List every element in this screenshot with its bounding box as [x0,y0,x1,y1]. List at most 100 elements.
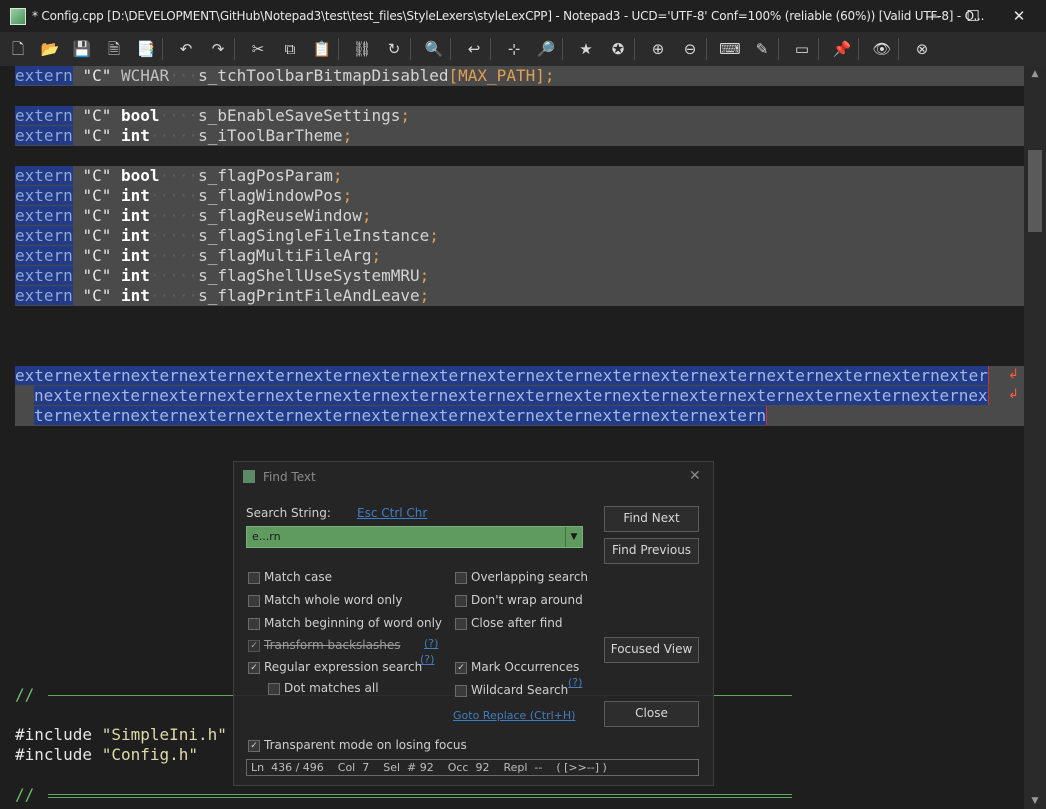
comment-line: // [15,785,35,804]
toolbar-separator [818,38,819,60]
option-checkbox[interactable]: ✓ [248,640,260,652]
wrapped-line-1: externexternexternexternexternexternexte… [15,366,989,385]
chevron-down-icon[interactable]: ▼ [565,527,582,547]
type-name: int [120,246,150,265]
vertical-scrollbar[interactable]: ▲ ▼ [1024,66,1046,809]
scroll-up-icon[interactable]: ▲ [1024,66,1046,82]
identifier: s_flagPrintFileAndLeave [198,286,420,305]
dialog-app-icon [243,470,255,483]
keyword-extern: extern [15,106,73,125]
copy-icon[interactable]: ⧉ [278,37,302,61]
option-checkbox[interactable] [455,572,467,584]
save-as-icon[interactable]: 🗎 [102,37,126,61]
focused-view-button[interactable]: Focused View [604,637,699,663]
esc-ctrl-chr-link[interactable]: Esc Ctrl Chr [357,506,427,520]
replace-icon[interactable]: ↻ [382,37,406,61]
whitespace-dots: ····· [149,126,199,145]
bookmark-star-icon[interactable]: ★ [574,37,598,61]
punctuation: [MAX_PATH]; [448,66,555,85]
option-checkbox[interactable] [248,572,260,584]
maximize-button[interactable]: ☐ [950,0,996,32]
whitespace-dots: ···· [159,166,199,185]
code-line: extern "C" bool····s_flagPosParam; [15,166,1024,186]
option-checkbox[interactable] [248,618,260,630]
option-label: Match case [264,570,333,584]
zoom-in-icon[interactable]: ⊕ [646,37,670,61]
toolbar-separator [634,38,635,60]
toolbar-separator [162,38,163,60]
linkage-string: "C" [82,286,112,305]
identifier: s_iToolBarTheme [198,126,343,145]
toolbar-separator [234,38,235,60]
find-icon[interactable]: ⛓ [350,37,374,61]
toolbar-separator [562,38,563,60]
option-label: Wildcard Search [471,683,569,697]
keyword-extern: extern [15,66,73,85]
dialog-close-icon[interactable]: ✕ [689,468,701,484]
scrollbar-thumb[interactable] [1028,150,1042,232]
option-checkbox[interactable] [455,595,467,607]
punctuation: ; [400,106,410,125]
punctuation: ; [429,226,439,245]
whitespace-dots: ····· [149,226,199,245]
transform-help-link[interactable]: (?) [424,637,438,650]
save-icon[interactable]: 💾 [70,37,94,61]
search-string-label: Search String: [246,506,331,520]
goto-replace-link[interactable]: Goto Replace (Ctrl+H) [453,709,575,722]
type-name: bool [120,106,160,125]
dialog-title-bar: Find Text ✕ [234,462,713,492]
type-name: WCHAR [120,66,170,85]
word-wrap-icon[interactable]: ↩ [462,37,486,61]
scroll-down-icon[interactable]: ▼ [1024,793,1046,809]
code-line: extern "C" int·····s_flagPrintFileAndLea… [15,286,1024,306]
find-status-text: Ln 436 / 496 Col 7 Sel # 92 Occ 92 Repl … [251,761,607,774]
find-in-files-icon[interactable]: 🔍 [422,37,446,61]
option-checkbox[interactable]: ✓ [248,662,260,674]
option-checkbox[interactable]: ✓ [455,662,467,674]
option-checkbox[interactable] [268,683,280,695]
comment-rule [48,794,792,795]
zoom-out-icon[interactable]: ⊖ [678,37,702,61]
punctuation: ; [342,126,353,145]
find-next-button[interactable]: Find Next [604,506,699,532]
search-string-value[interactable]: e...rn [252,530,281,543]
toolbar-separator [410,38,411,60]
magnifier-icon[interactable]: 🔎 [534,37,558,61]
toolbar-separator [450,38,451,60]
transparent-mode-label: Transparent mode on losing focus [264,738,467,752]
new-file-icon[interactable]: 🗋 [6,37,30,61]
find-previous-button[interactable]: Find Previous [604,538,699,564]
close-dialog-button[interactable]: Close [604,701,699,727]
option-checkbox[interactable] [455,618,467,630]
pen-ruler-icon[interactable]: ✎ [750,37,774,61]
option-label: Regular expression search [264,660,423,674]
code-line: extern "C" int·····s_flagMultiFileArg; [15,246,1024,266]
code-line: extern "C" int·····s_flagSingleFileInsta… [15,226,1024,246]
zoom-selection-icon[interactable]: ⊹ [502,37,526,61]
save-copy-icon[interactable]: 📑 [134,37,158,61]
wildcard-help-link[interactable]: (?) [568,676,582,689]
option-label: Overlapping search [471,570,589,584]
undo-icon[interactable]: ↶ [174,37,198,61]
close-window-button[interactable]: ✕ [996,0,1042,32]
whitespace-dots: ····· [149,266,199,285]
pin-icon[interactable]: 📌 [830,37,854,61]
cut-icon[interactable]: ✂ [246,37,270,61]
option-checkbox[interactable] [248,595,260,607]
notepad3-app-icon [10,8,26,25]
transparent-mode-checkbox[interactable]: ✓ [248,740,260,752]
dialog-title: Find Text [263,470,316,484]
keyboard-icon[interactable]: ⌨ [718,37,742,61]
add-favorite-icon[interactable]: ✪ [606,37,630,61]
option-label: Match whole word only [264,593,403,607]
code-line: extern "C" int·····s_iToolBarTheme; [15,126,1024,146]
option-checkbox[interactable] [455,685,467,697]
search-string-combobox[interactable]: e...rn ▼ [246,526,583,548]
eye-icon[interactable]: 👁 [870,37,894,61]
option-label: Don't wrap around [471,593,583,607]
redo-icon[interactable]: ↷ [206,37,230,61]
terminal-icon[interactable]: ▭ [790,37,814,61]
open-folder-icon[interactable]: 📂 [38,37,62,61]
close-circle-icon[interactable]: ⊗ [910,37,934,61]
paste-icon[interactable]: 📋 [310,37,334,61]
